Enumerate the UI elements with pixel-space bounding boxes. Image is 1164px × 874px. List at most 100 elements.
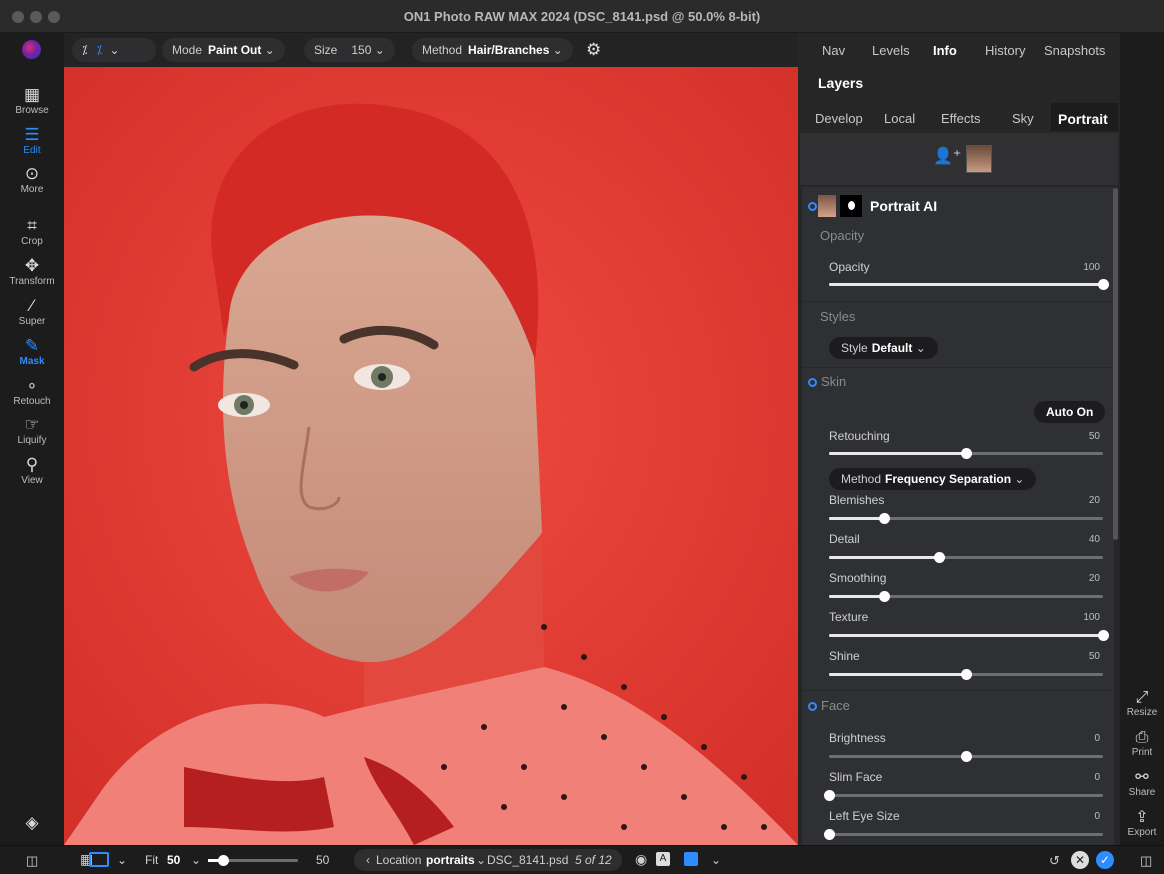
back-chevron-icon[interactable]: ‹ xyxy=(366,853,370,867)
panel-scrollbar[interactable] xyxy=(1113,188,1118,540)
slider-knob[interactable] xyxy=(961,448,972,459)
blemishes-slider[interactable] xyxy=(829,513,1103,524)
slider-knob[interactable] xyxy=(961,751,972,762)
size-dropdown[interactable]: Size 150 ⌄ xyxy=(304,38,395,62)
tool-liquify[interactable]: ☞ Liquify xyxy=(0,415,64,447)
image-canvas[interactable] xyxy=(64,67,798,845)
brush-mode-button[interactable]: ⁒ ⁒ ⌄ xyxy=(72,38,156,62)
smoothing-slider[interactable] xyxy=(829,591,1103,602)
tool-more[interactable]: ⊙ More xyxy=(0,165,64,196)
zoom-slider-knob[interactable] xyxy=(218,855,229,866)
enable-toggle-icon[interactable] xyxy=(808,202,817,211)
preview-eye-icon[interactable]: ◉ xyxy=(635,851,647,868)
method-frequency-dropdown[interactable]: Method Frequency Separation ⌄ xyxy=(829,468,1037,490)
zoom-slider[interactable] xyxy=(208,855,298,866)
brightness-slider[interactable] xyxy=(829,751,1103,762)
slider-knob[interactable] xyxy=(961,669,972,680)
printer-icon: ⎙ xyxy=(1135,729,1149,746)
slider-knob[interactable] xyxy=(1098,279,1109,290)
tool-transform[interactable]: ✥ Transform xyxy=(0,256,64,288)
retouching-value: 50 xyxy=(1088,431,1100,442)
method-dropdown[interactable]: Method Hair/Branches ⌄ xyxy=(412,38,573,62)
face-thumbnail[interactable] xyxy=(966,145,992,173)
ai-mask-icon[interactable]: A xyxy=(656,852,670,866)
tool-retouch[interactable]: ∘ Retouch xyxy=(0,377,64,408)
layers-header[interactable]: Layers xyxy=(818,75,863,91)
slider-knob[interactable] xyxy=(824,790,835,801)
single-view-icon[interactable] xyxy=(89,852,109,867)
tab-sky[interactable]: Sky xyxy=(1012,111,1034,126)
layers-bottom-button[interactable]: ◈ xyxy=(0,814,64,832)
chevron-down-icon[interactable]: ⌄ xyxy=(191,853,201,867)
tab-levels[interactable]: Levels xyxy=(872,43,910,58)
face-enable-icon[interactable] xyxy=(808,702,817,712)
apply-button[interactable]: ✓ xyxy=(1096,851,1114,869)
detail-value: 40 xyxy=(1088,534,1100,545)
slim-face-value: 0 xyxy=(1094,772,1100,783)
add-face-icon[interactable]: 👤⁺ xyxy=(933,146,961,166)
mode-dropdown[interactable]: Mode Paint Out ⌄ xyxy=(162,38,285,62)
fit-value[interactable]: 50 xyxy=(167,853,180,867)
chevron-down-icon[interactable]: ⌄ xyxy=(711,853,721,867)
brush-icon: ⁒ xyxy=(82,43,88,57)
bottom-bar: ◫ ▦ ⌄ Fit 50 ⌄ 50 ‹ Location portraits ⌄… xyxy=(0,845,1164,874)
layer-thumbnail xyxy=(818,195,836,217)
location-folder[interactable]: portraits xyxy=(426,853,475,867)
chevron-down-icon[interactable]: ⌄ xyxy=(117,853,127,867)
right-toolbar: ⤢ Resize ⎙ Print ⚯ Share ⇪ Export xyxy=(1120,33,1164,845)
skin-enable-icon[interactable] xyxy=(808,378,817,388)
tab-develop[interactable]: Develop xyxy=(815,111,863,126)
styles-section-title: Styles xyxy=(820,309,856,324)
tab-info[interactable]: Info xyxy=(933,43,957,58)
resize-button[interactable]: ⤢ Resize xyxy=(1120,689,1164,718)
chevron-down-icon: ⌄ xyxy=(261,43,275,57)
tab-snapshots[interactable]: Snapshots xyxy=(1044,43,1105,58)
tool-crop[interactable]: ⌗ Crop xyxy=(0,217,64,248)
app-logo-icon[interactable] xyxy=(22,40,41,59)
liquify-icon: ☞ xyxy=(24,415,40,434)
brightness-label: Brightness xyxy=(829,731,886,745)
toggle-right-panel-icon[interactable]: ◫ xyxy=(1140,853,1152,869)
image-count: 5 of 12 xyxy=(575,853,612,867)
slider-knob[interactable] xyxy=(878,513,890,524)
tab-local[interactable]: Local xyxy=(884,111,915,126)
right-panel: Nav Levels Info History Snapshots Layers… xyxy=(798,33,1120,845)
cancel-button[interactable]: ✕ xyxy=(1071,851,1089,869)
tab-effects[interactable]: Effects xyxy=(941,111,981,126)
shine-slider[interactable] xyxy=(829,669,1103,680)
transform-arrows-icon: ✥ xyxy=(24,256,40,275)
chevron-down-icon[interactable]: ⌄ xyxy=(476,853,486,867)
print-button[interactable]: ⎙ Print xyxy=(1120,729,1164,758)
texture-slider[interactable] xyxy=(829,630,1109,641)
shine-label: Shine xyxy=(829,649,860,663)
gear-icon[interactable]: ⚙ xyxy=(586,40,601,60)
left-eye-size-slider[interactable] xyxy=(824,829,1103,840)
share-button[interactable]: ⚯ Share xyxy=(1120,769,1164,798)
tool-options-bar: ⁒ ⁒ ⌄ Mode Paint Out ⌄ Size 150 ⌄ Method Ha… xyxy=(64,33,798,67)
mask-view-icon[interactable] xyxy=(684,852,698,866)
slim-face-slider[interactable] xyxy=(824,790,1103,801)
slider-knob[interactable] xyxy=(824,829,835,840)
auto-on-button[interactable]: Auto On xyxy=(1034,401,1106,423)
opacity-slider[interactable] xyxy=(829,279,1109,290)
toggle-left-panel-icon[interactable]: ◫ xyxy=(26,853,38,869)
face-section-header[interactable]: Face xyxy=(808,698,1120,713)
tool-browse[interactable]: ▦ Browse xyxy=(0,86,64,117)
tool-mask[interactable]: ✎ Mask xyxy=(0,337,64,368)
style-dropdown[interactable]: Style Default ⌄ xyxy=(829,337,938,359)
zoom-value: 50 xyxy=(316,853,330,867)
tab-history[interactable]: History xyxy=(985,43,1025,58)
slider-knob[interactable] xyxy=(878,591,890,602)
detail-slider[interactable] xyxy=(829,552,1103,563)
undo-icon[interactable]: ↺ xyxy=(1049,853,1060,869)
retouching-slider[interactable] xyxy=(829,448,1103,459)
tab-portrait[interactable]: Portrait xyxy=(1058,111,1108,127)
slider-knob[interactable] xyxy=(933,552,945,563)
tool-view[interactable]: ⚲ View xyxy=(0,456,64,487)
tool-super[interactable]: ⁄ Super xyxy=(0,297,64,328)
slider-knob[interactable] xyxy=(1098,630,1109,641)
export-button[interactable]: ⇪ Export xyxy=(1120,809,1164,838)
skin-section-header[interactable]: Skin xyxy=(808,374,1120,389)
tab-nav[interactable]: Nav xyxy=(822,43,845,58)
tool-edit[interactable]: ☰ Edit xyxy=(0,126,64,157)
